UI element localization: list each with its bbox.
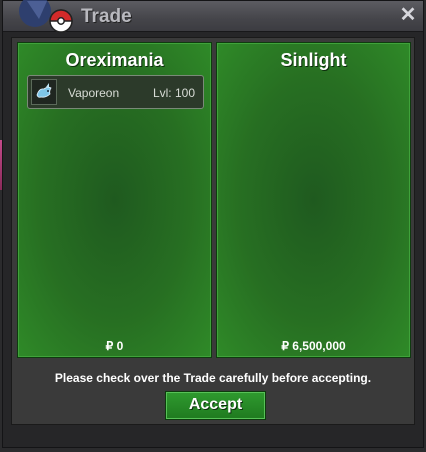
pokemon-level: Lvl: 100 — [152, 86, 195, 100]
window-title: Trade — [81, 6, 132, 27]
accept-button[interactable]: Accept — [165, 391, 266, 420]
trade-content: Oreximania Vaporeon Lvl: 100 ₽ 0 Sinligh… — [11, 37, 415, 425]
trade-window: Trade ✕ Oreximania Vaporeon Lvl: 100 ₽ 0… — [2, 0, 424, 448]
left-trade-panel: Oreximania Vaporeon Lvl: 100 ₽ 0 — [17, 42, 212, 358]
pokemon-slot[interactable]: Vaporeon Lvl: 100 — [27, 75, 204, 109]
vaporeon-sprite-icon — [31, 79, 57, 105]
pokemon-name: Vaporeon — [68, 86, 120, 100]
pokeball-logo-icon — [19, 0, 73, 33]
trade-warning-message: Please check over the Trade carefully be… — [54, 371, 372, 385]
close-icon[interactable]: ✕ — [399, 5, 417, 25]
right-player-name: Sinlight — [280, 50, 347, 70]
right-trade-panel: Sinlight ₽ 6,500,000 — [216, 42, 411, 358]
left-money-offer: ₽ 0 — [105, 339, 124, 353]
right-money-offer: ₽ 6,500,000 — [281, 339, 346, 353]
left-player-name: Oreximania — [65, 50, 164, 70]
title-bar[interactable]: Trade ✕ — [3, 0, 423, 33]
